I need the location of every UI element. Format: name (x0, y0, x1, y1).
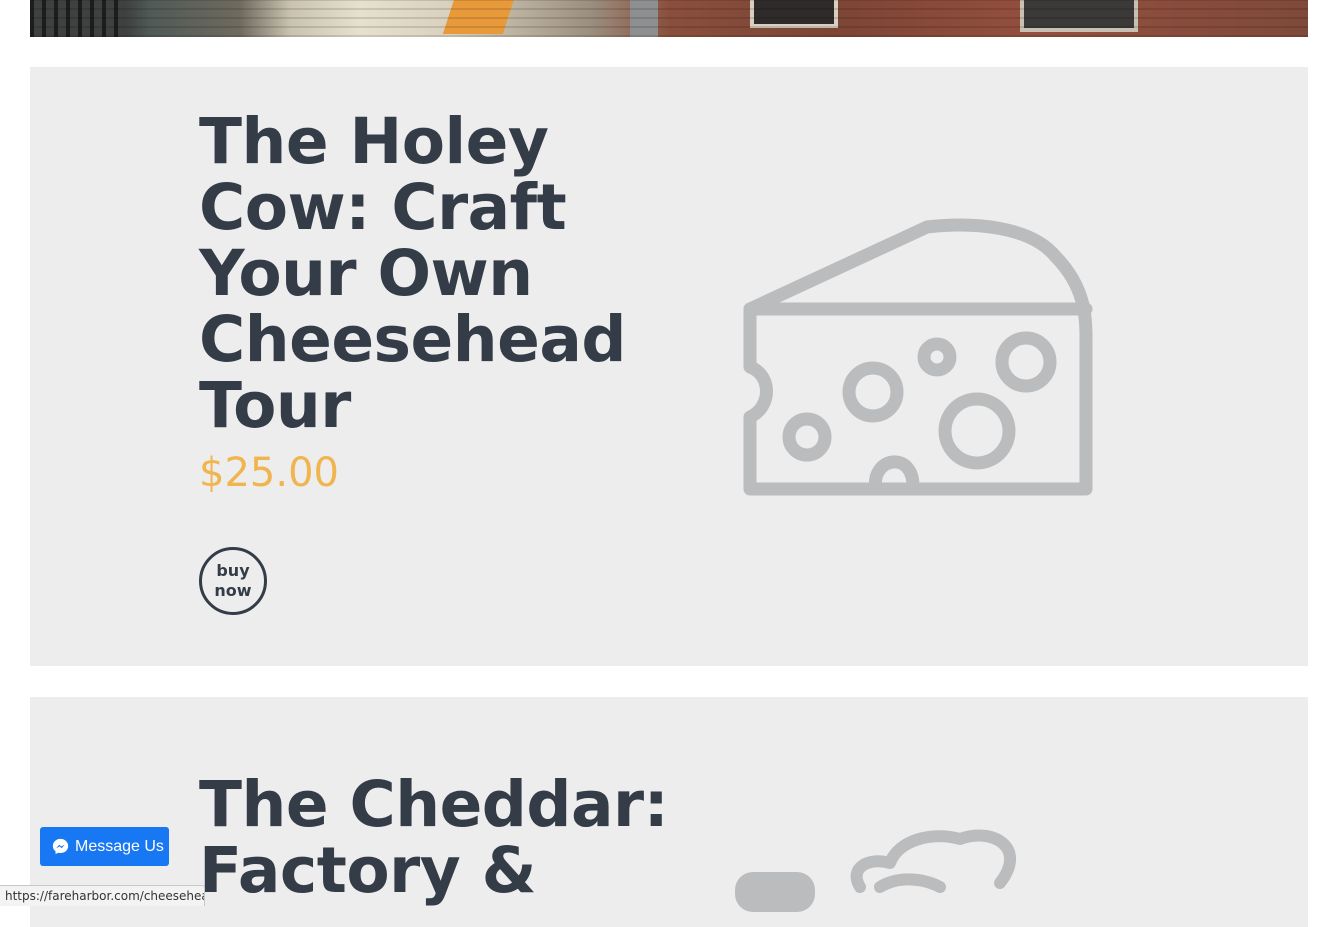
message-us-button[interactable]: Message Us (40, 827, 169, 866)
tour-card: The Holey Cow: Craft Your Own Cheesehead… (30, 67, 1308, 666)
tour-card: The Cheddar: Factory & (30, 697, 1308, 927)
tour-price: $25.00 (199, 450, 339, 496)
cheese-product-icon (735, 829, 1016, 912)
message-us-label: Message Us (75, 837, 164, 855)
messenger-icon (52, 838, 69, 855)
hero-photo-banner (30, 0, 1308, 37)
buy-now-button[interactable]: buy now (199, 547, 267, 615)
cheese-wedge-icon (743, 218, 1093, 496)
brick-texture (30, 0, 1308, 37)
status-bar-url: https://fareharbor.com/cheesehead/ (0, 885, 205, 906)
tour-title[interactable]: The Cheddar: Factory & (199, 772, 759, 904)
tour-title[interactable]: The Holey Cow: Craft Your Own Cheesehead… (199, 109, 669, 439)
